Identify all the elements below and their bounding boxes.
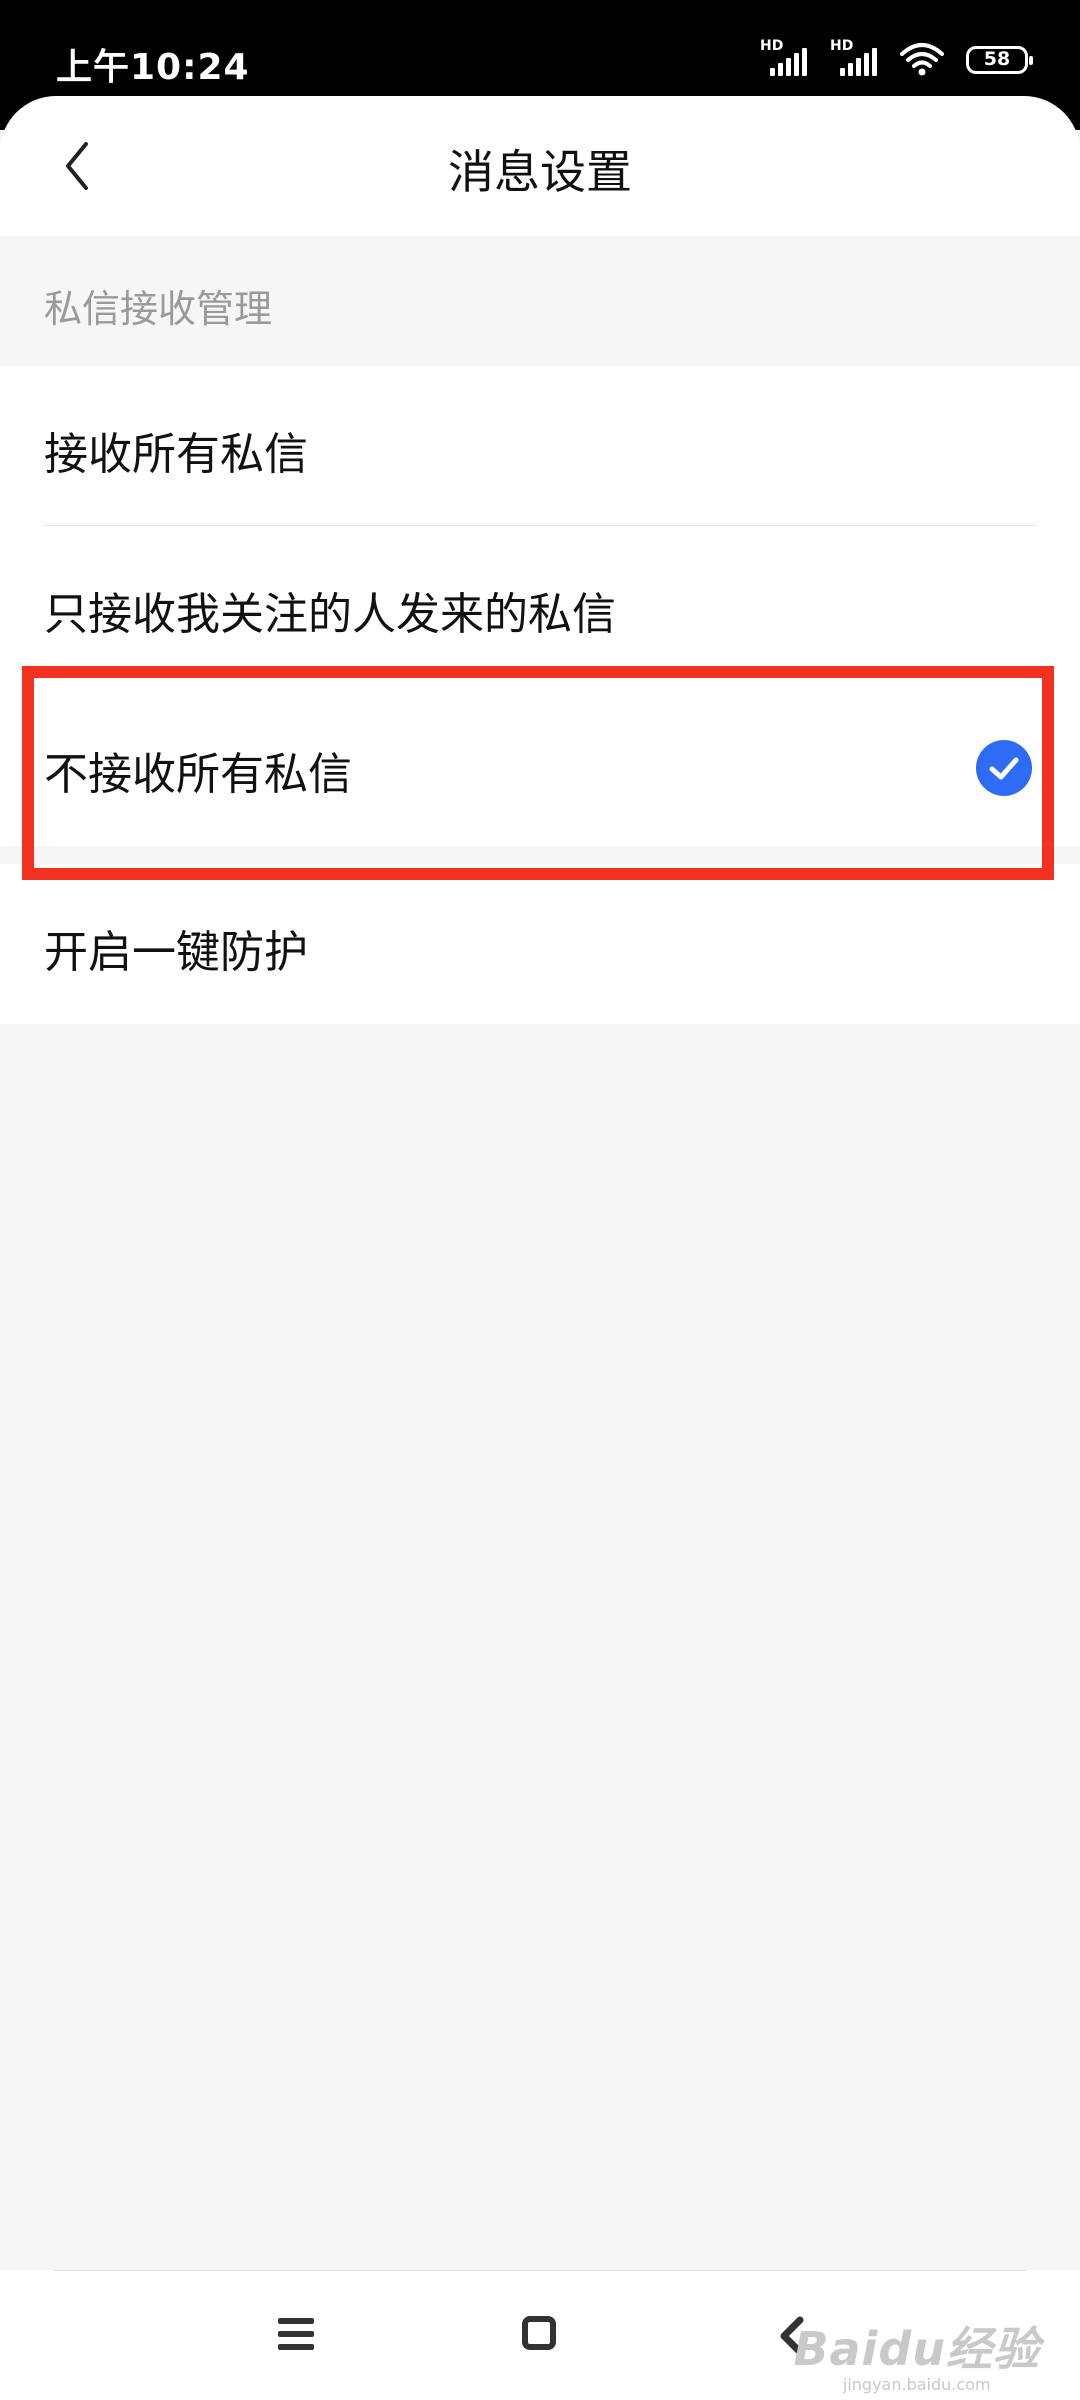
page-title: 消息设置: [448, 145, 632, 199]
section-header: 私信接收管理: [0, 236, 1080, 366]
watermark-logo: Baidu经验: [793, 2322, 1040, 2376]
option-label: 开启一键防护: [44, 927, 308, 978]
menu-icon[interactable]: [278, 2318, 314, 2352]
section-title: 私信接收管理: [44, 287, 273, 331]
option-label: 接收所有私信: [44, 429, 308, 480]
battery-level: 58: [983, 48, 1011, 70]
option-receive-all[interactable]: 接收所有私信: [0, 366, 1080, 526]
status-time: 上午10:24: [56, 47, 250, 88]
options-list: 接收所有私信 只接收我关注的人发来的私信 不接收所有私信: [0, 366, 1080, 846]
header: 消息设置: [0, 96, 1080, 236]
wifi-icon: [900, 43, 944, 76]
watermark: Baidu经验 jingyan.baidu.com: [793, 2313, 1040, 2394]
option-one-click-protection[interactable]: 开启一键防护: [0, 864, 1080, 1024]
section-gap: [0, 846, 1080, 864]
option-receive-none[interactable]: 不接收所有私信: [0, 686, 1080, 846]
checkmark-icon: [976, 740, 1032, 796]
status-icons: HD HD 58: [760, 38, 1033, 80]
nav-bar: Baidu经验 jingyan.baidu.com: [0, 2270, 1080, 2400]
option-receive-following[interactable]: 只接收我关注的人发来的私信: [0, 526, 1080, 686]
home-icon[interactable]: [522, 2316, 556, 2350]
battery-icon: 58: [966, 46, 1033, 74]
signal-icon: HD: [760, 38, 808, 80]
option-label: 只接收我关注的人发来的私信: [44, 589, 616, 640]
option-label: 不接收所有私信: [44, 749, 352, 800]
signal-icon: HD: [830, 38, 878, 80]
